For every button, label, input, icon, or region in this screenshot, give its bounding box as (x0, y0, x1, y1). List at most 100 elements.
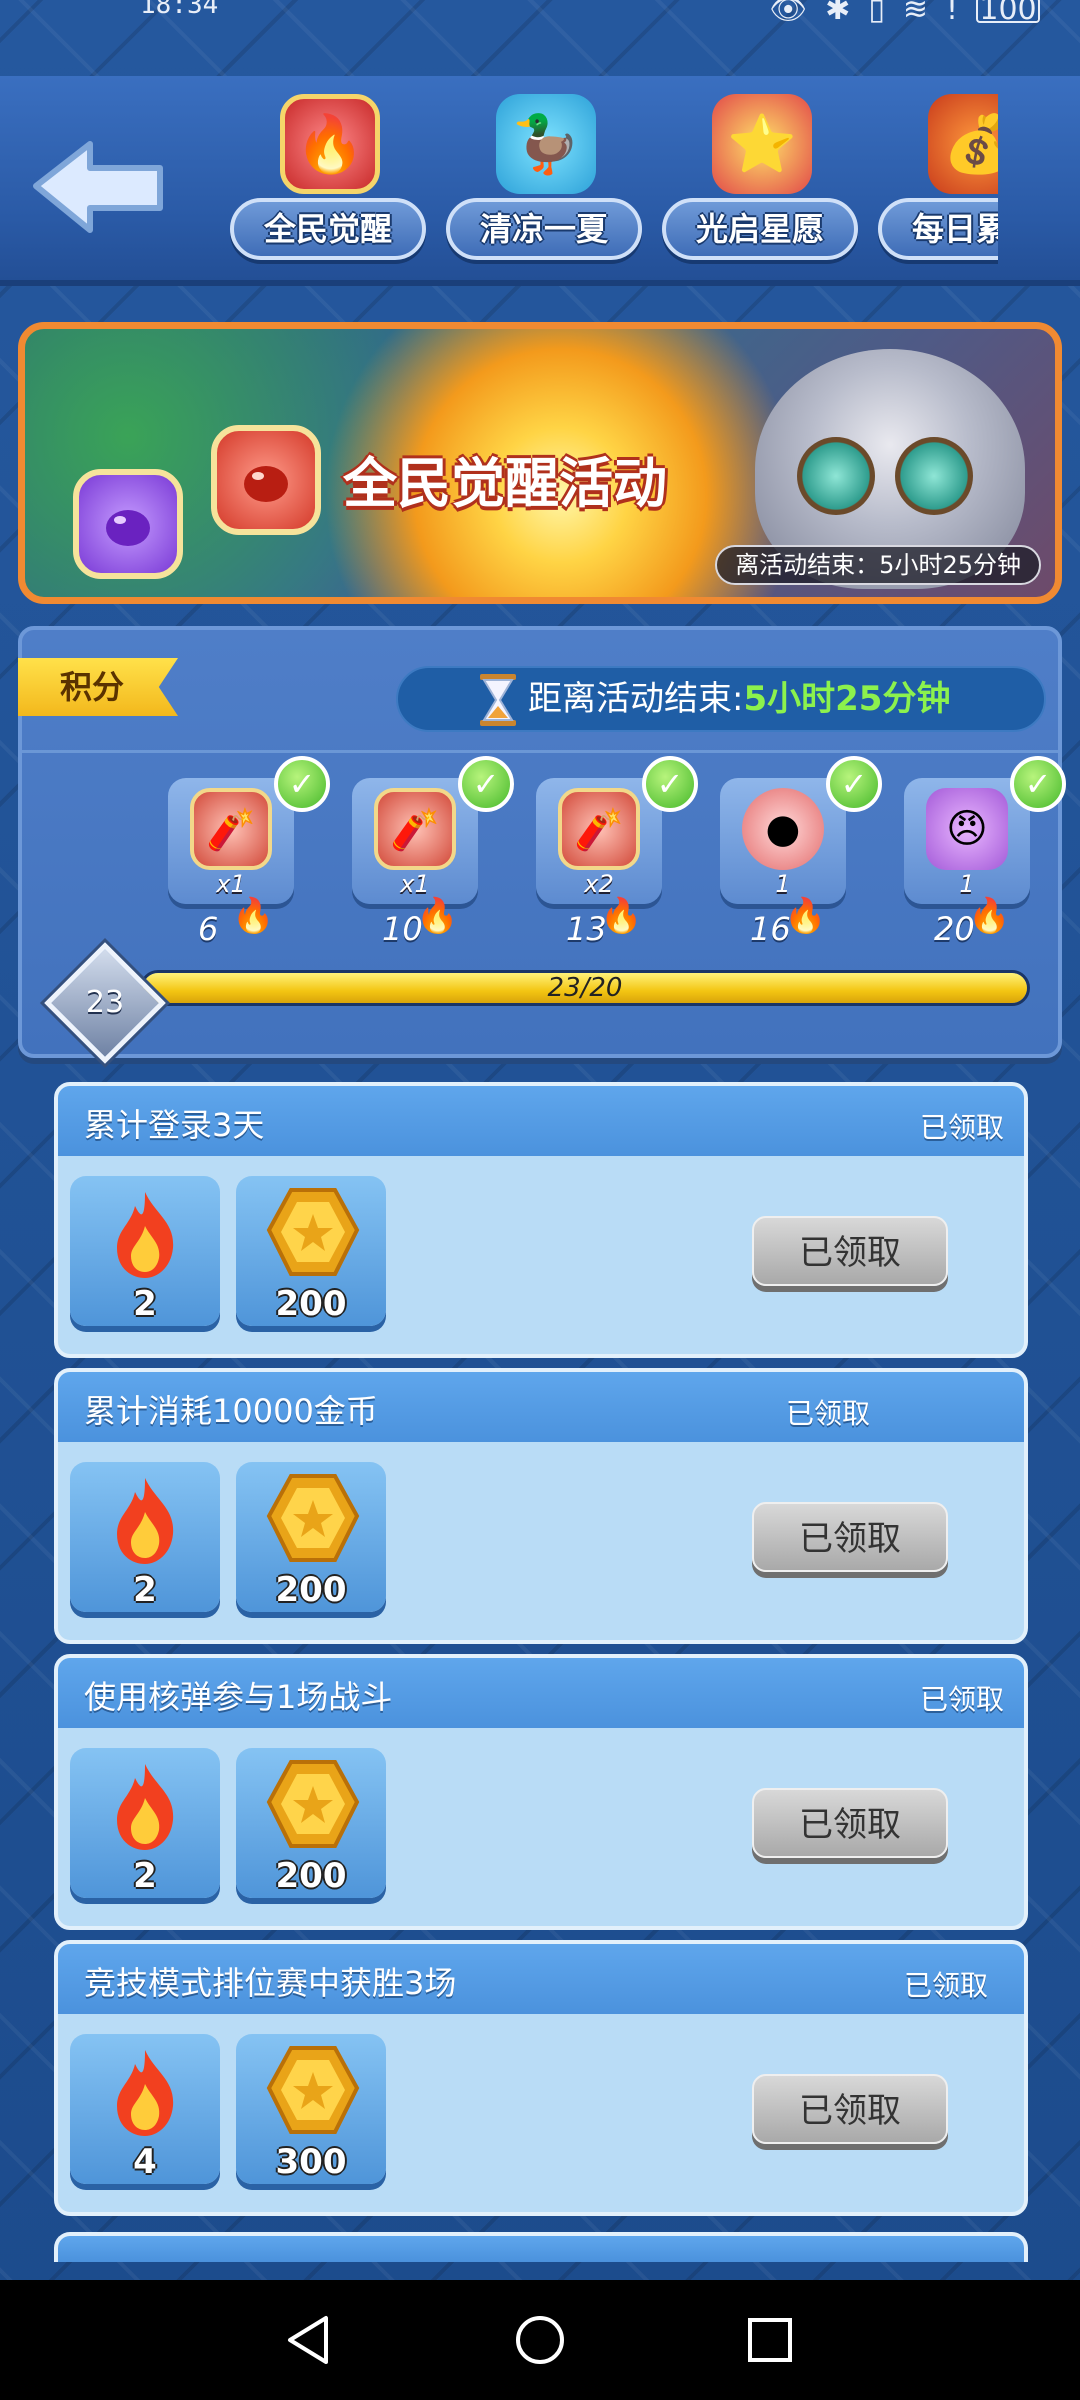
check-icon: ✓ (642, 756, 698, 812)
task-card: 竞技模式排位赛中获胜3场 已领取 4 300 已领取 (54, 1940, 1028, 2216)
event-banner[interactable]: 全民觉醒活动 离活动结束：5小时25分钟 (18, 322, 1062, 604)
reward-qty: 200 (275, 1856, 347, 1896)
nav-home-icon[interactable] (510, 2310, 570, 2370)
task-status: 已领取 (786, 1397, 871, 1430)
reward-qty: 2 (133, 1856, 157, 1896)
reward-flame: 4 (70, 2034, 220, 2184)
reward-qty: 2 (133, 1570, 157, 1610)
milestone-item[interactable]: 😠 1 ✓ 20 🔥 (904, 756, 1066, 950)
reward-flame: 2 (70, 1176, 220, 1326)
claimed-button[interactable]: 已领取 (752, 1788, 948, 1858)
status-bar: 18:34 👁 ✱ ▯ ≋ ! 100 (0, 0, 1080, 72)
alert-icon: ! (945, 0, 958, 27)
reward-coin: 200 (236, 1748, 386, 1898)
flame-icon: 🔥 (416, 896, 459, 936)
milestone-qty: 1 (775, 870, 791, 898)
gold-coin-icon (266, 1474, 360, 1562)
nav-back-icon[interactable] (280, 2310, 340, 2370)
milestone-points: 6 (198, 910, 219, 948)
event-countdown: 距离活动结束:5小时25分钟 (396, 666, 1046, 732)
flame-icon (117, 1478, 174, 1564)
flame-icon (117, 1192, 174, 1278)
task-title: 使用核弹参与1场战斗 (84, 1678, 393, 1716)
flame-icon: 🔥 (784, 896, 827, 936)
bomb-badge-icon: 🧨 (558, 788, 640, 870)
goggle-left (797, 437, 875, 515)
star-icon: ⭐ (712, 94, 812, 194)
check-icon: ✓ (1010, 756, 1066, 812)
countdown-value: 5小时25分钟 (743, 679, 951, 719)
treasure-bag-icon: 💰 (928, 94, 998, 194)
reward-coin: 300 (236, 2034, 386, 2184)
banner-title: 全民觉醒活动 (343, 452, 667, 515)
task-list: 累计登录3天 已领取 2 200 已领取 累计消耗10000金币 已领取 2 2… (54, 1082, 1028, 2226)
check-icon: ✓ (458, 756, 514, 812)
red-badge-icon (211, 425, 321, 535)
flame-icon (117, 2050, 174, 2136)
milestone-item[interactable]: 🧨 x2 ✓ 13 🔥 (536, 756, 698, 950)
tab-label: 全民觉醒 (263, 210, 392, 248)
bluetooth-icon: ✱ (825, 0, 851, 27)
flame-icon: 🔥 (232, 896, 275, 936)
flame-icon (117, 1764, 174, 1850)
red-orb-icon: ● (742, 788, 824, 870)
task-title: 竞技模式排位赛中获胜3场 (84, 1964, 457, 2002)
milestone-item[interactable]: 🧨 x1 ✓ 6 🔥 (168, 756, 330, 950)
nav-recents-icon[interactable] (740, 2310, 800, 2370)
task-card: 使用核弹参与1场战斗 已领取 2 200 已领取 (54, 1654, 1028, 1930)
tab-summer[interactable]: 🦆 清凉一夏 (446, 94, 646, 274)
check-icon: ✓ (826, 756, 882, 812)
purple-badge-icon (73, 469, 183, 579)
claimed-button[interactable]: 已领取 (752, 1216, 948, 1286)
tab-awakening[interactable]: 🔥 全民觉醒 (230, 94, 430, 274)
task-status: 已领取 (920, 1683, 1005, 1716)
hourglass-icon (480, 674, 516, 726)
gold-coin-icon (266, 2046, 360, 2134)
task-card-partial (54, 2232, 1028, 2262)
reward-coin: 200 (236, 1462, 386, 1612)
tab-daily-spend[interactable]: 💰 每日累消 (878, 94, 998, 274)
score-panel: 积分 距离活动结束:5小时25分钟 🧨 x1 ✓ 6 🔥 🧨 x1 ✓ 10 🔥 (18, 626, 1066, 1064)
back-button[interactable] (28, 136, 168, 236)
banner-timer: 离活动结束：5小时25分钟 (715, 545, 1041, 585)
vibrate-icon: ▯ (868, 0, 885, 27)
flame-icon: 🔥 (600, 896, 643, 936)
system-nav-bar (0, 2280, 1080, 2400)
claimed-button[interactable]: 已领取 (752, 1502, 948, 1572)
tab-star-wish[interactable]: ⭐ 光启星愿 (662, 94, 862, 274)
milestone-qty: x1 (400, 870, 430, 898)
milestone-qty: x2 (584, 870, 614, 898)
task-status: 已领取 (920, 1111, 1005, 1144)
gold-coin-icon (266, 1188, 360, 1276)
task-status: 已领取 (904, 1969, 989, 2002)
reward-qty: 300 (275, 2142, 347, 2182)
reward-qty: 200 (275, 1570, 347, 1610)
activity-header: 🔥 全民觉醒 🦆 清凉一夏 ⭐ 光启星愿 💰 每日累消 (0, 76, 1080, 286)
milestone-qty: 1 (959, 870, 975, 898)
reward-qty: 2 (133, 1284, 157, 1324)
bomb-badge-icon: 🧨 (374, 788, 456, 870)
claimed-button[interactable]: 已领取 (752, 2074, 948, 2144)
tab-label: 清凉一夏 (479, 210, 608, 248)
task-title: 累计登录3天 (84, 1106, 265, 1144)
milestone-list: 🧨 x1 ✓ 6 🔥 🧨 x1 ✓ 10 🔥 🧨 x2 ✓ 13 🔥 ● 1 ✓ (168, 756, 1066, 950)
goggle-right (895, 437, 973, 515)
milestone-qty: x1 (216, 870, 246, 898)
activity-tabs: 🔥 全民觉醒 🦆 清凉一夏 ⭐ 光启星愿 💰 每日累消 (230, 94, 998, 274)
wifi-icon: ≋ (902, 0, 928, 27)
tab-label: 每日累消 (911, 210, 998, 248)
purple-avatar-icon: 😠 (926, 788, 1008, 870)
task-card: 累计消耗10000金币 已领取 2 200 已领取 (54, 1368, 1028, 1644)
reward-flame: 2 (70, 1462, 220, 1612)
milestone-item[interactable]: 🧨 x1 ✓ 10 🔥 (352, 756, 514, 950)
flame-icon: 🔥 (968, 896, 1011, 936)
task-card: 累计登录3天 已领取 2 200 已领取 (54, 1082, 1028, 1358)
duck-icon: 🦆 (496, 94, 596, 194)
eye-icon: 👁 (769, 0, 808, 27)
status-time: 18:34 (140, 0, 219, 20)
reward-flame: 2 (70, 1748, 220, 1898)
bomb-badge-icon: 🧨 (190, 788, 272, 870)
gold-coin-icon (266, 1760, 360, 1848)
status-icons: 👁 ✱ ▯ ≋ ! 100 (769, 0, 1040, 27)
milestone-item[interactable]: ● 1 ✓ 16 🔥 (720, 756, 882, 950)
